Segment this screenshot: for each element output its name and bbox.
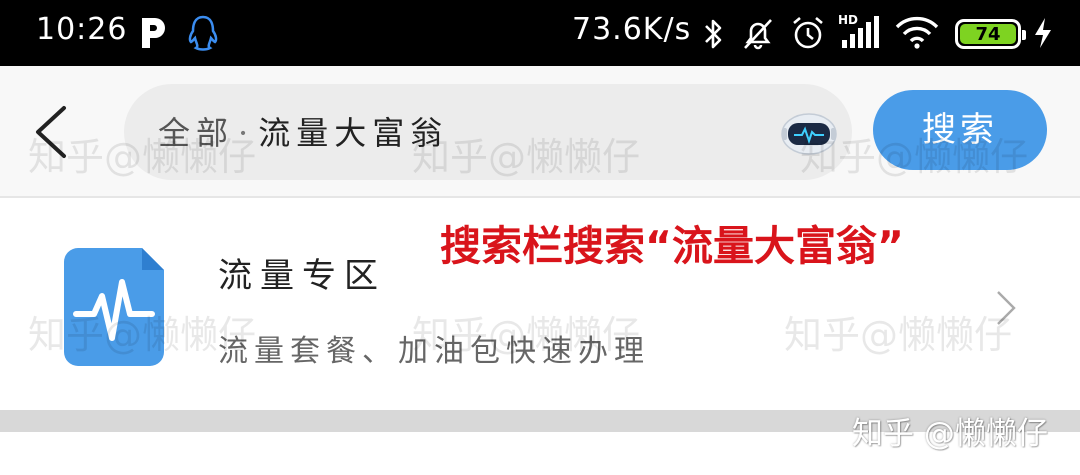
parking-p-icon	[142, 18, 165, 48]
battery-level: 74	[960, 24, 1016, 45]
search-scope[interactable]: 全部	[158, 114, 234, 152]
alarm-icon	[793, 17, 823, 49]
pulse-wave-icon	[64, 248, 164, 366]
bottom-area	[0, 432, 1080, 475]
network-speed: 73.6K/s	[572, 12, 692, 47]
search-button[interactable]: 搜索	[873, 90, 1047, 170]
robot-assistant-icon[interactable]	[780, 110, 838, 158]
status-time: 10:26	[36, 12, 128, 47]
search-input[interactable]: 全部 · 流量大富翁	[158, 108, 448, 154]
mute-bell-icon	[744, 19, 772, 50]
back-chevron-icon	[36, 106, 66, 158]
instruction-annotation: 搜索栏搜索“流量大富翁”	[440, 222, 904, 270]
svg-text:HD: HD	[838, 13, 858, 27]
back-button[interactable]	[28, 104, 74, 160]
item-title: 流量专区	[218, 256, 386, 296]
hd-signal-icon: HD	[838, 13, 879, 48]
section-divider	[0, 410, 1080, 432]
search-header: 全部 · 流量大富翁 搜索	[0, 66, 1080, 198]
battery-icon: 74	[955, 19, 1026, 49]
charging-bolt-icon	[1035, 18, 1051, 48]
search-box[interactable]: 全部 · 流量大富翁	[124, 84, 852, 180]
item-description: 流量套餐、加油包快速办理	[218, 334, 650, 369]
bluetooth-icon	[705, 19, 722, 49]
wifi-icon	[895, 16, 939, 49]
status-bar: 10:26 73.6K/s HD 74	[0, 0, 1080, 66]
qq-penguin-icon	[188, 15, 218, 51]
search-query: 流量大富翁	[258, 114, 449, 152]
scope-separator: ·	[238, 114, 255, 152]
chevron-right-icon	[997, 291, 1016, 325]
